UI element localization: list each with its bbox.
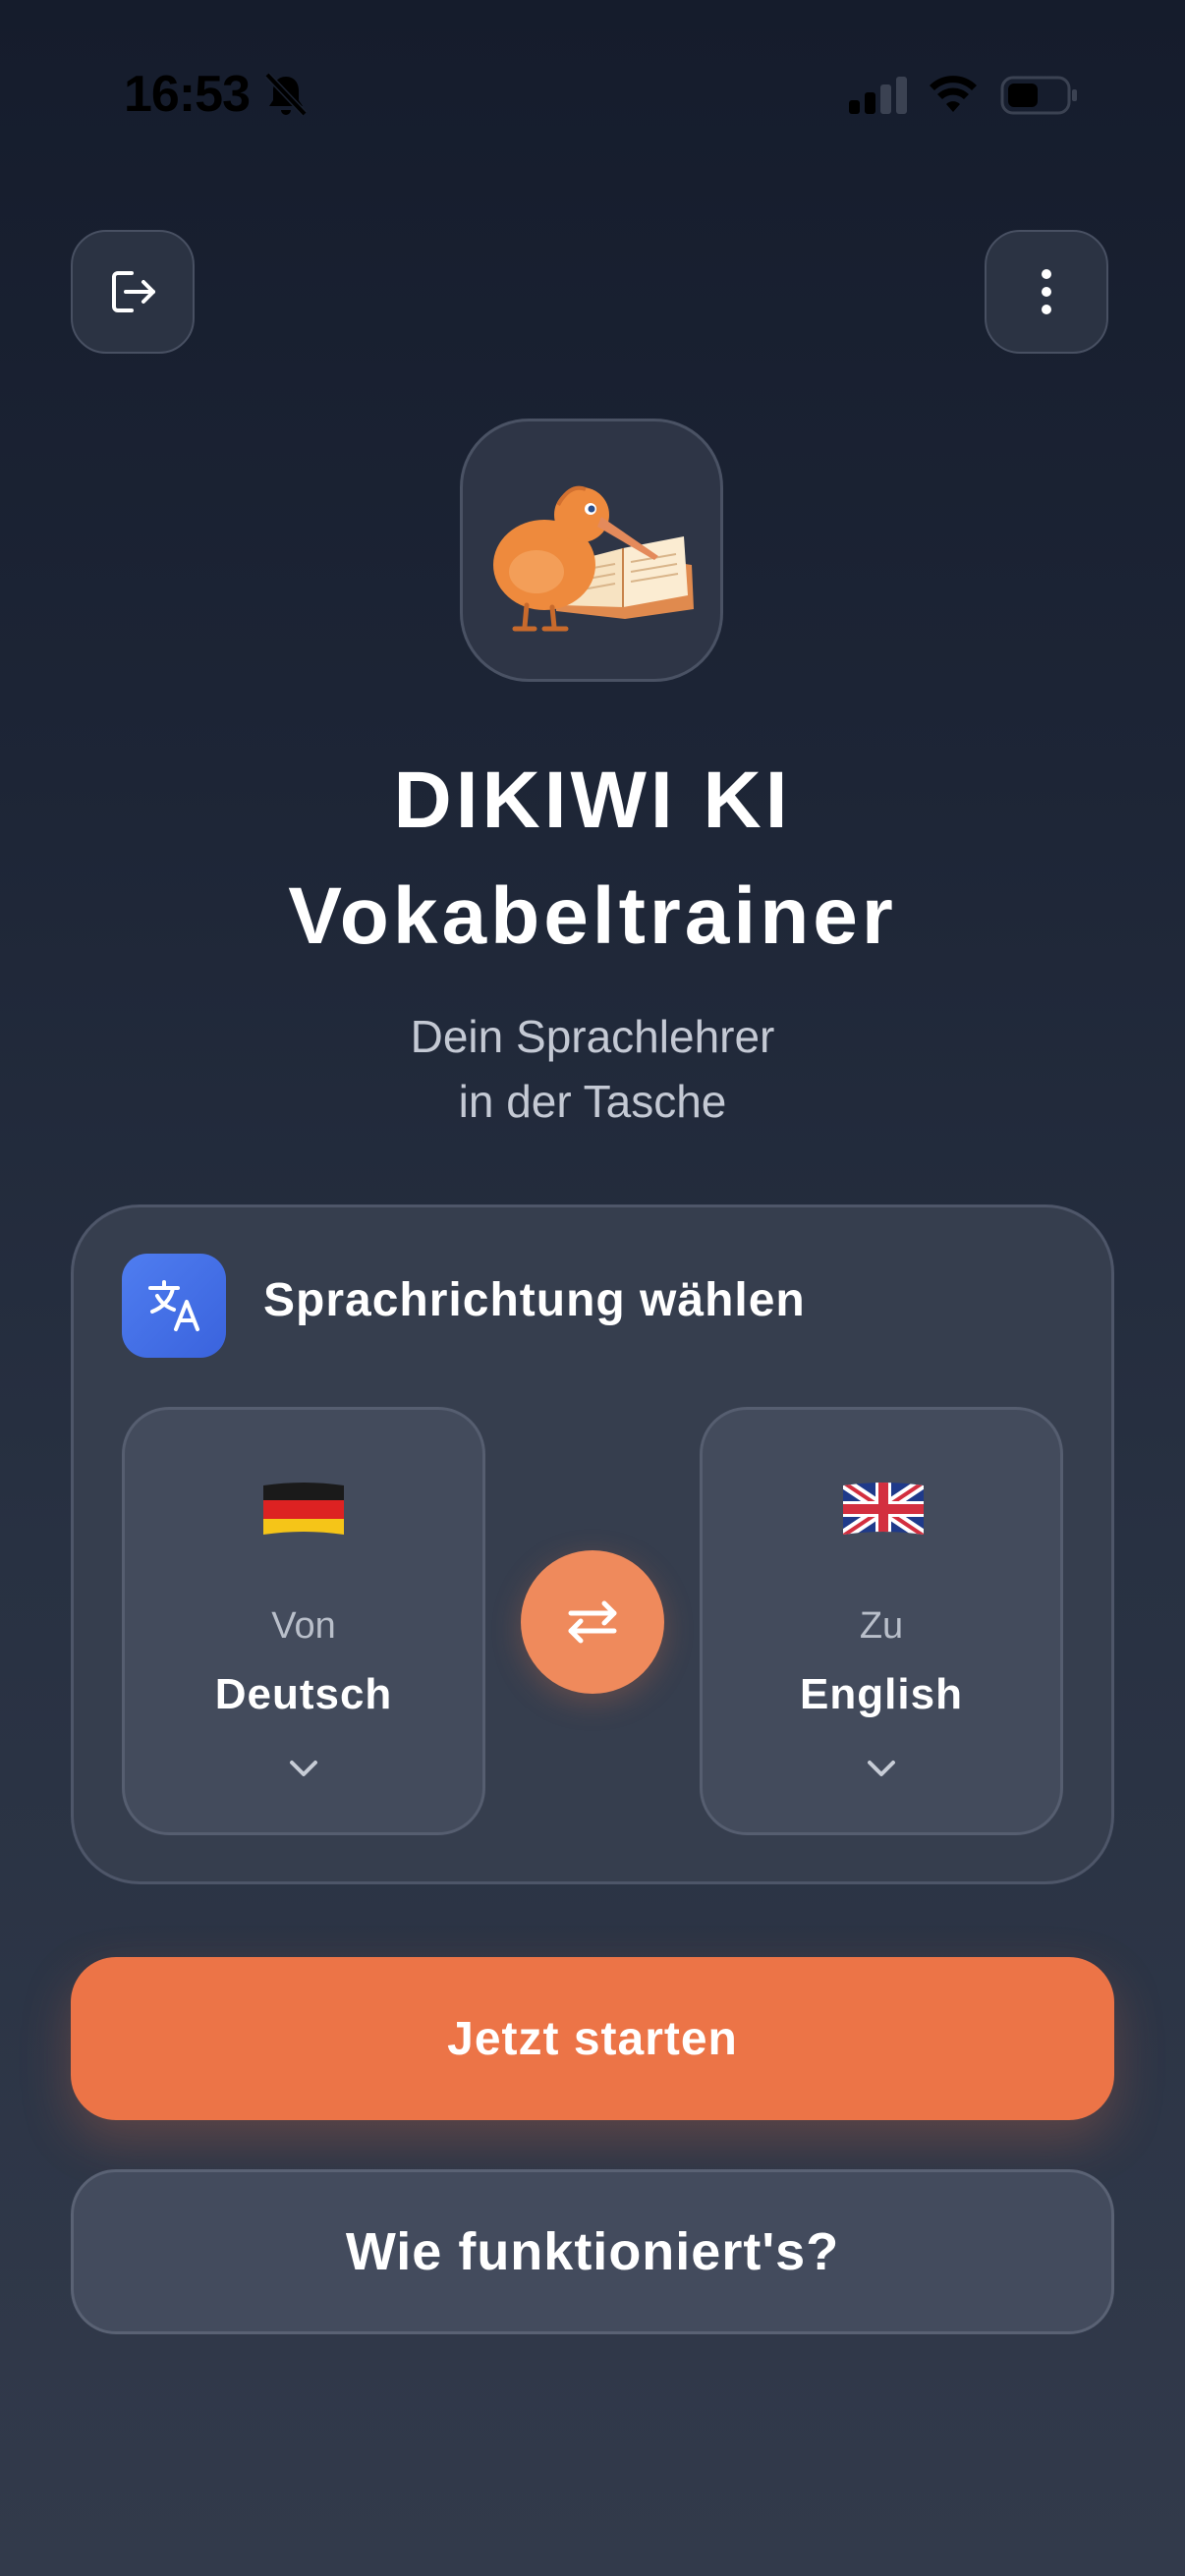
app-title-line2: Vokabeltrainer bbox=[288, 871, 897, 961]
app-subtitle-line2: in der Tasche bbox=[458, 1076, 727, 1127]
battery-icon bbox=[1000, 76, 1077, 115]
more-vertical-icon bbox=[1042, 269, 1051, 314]
start-button[interactable]: Jetzt starten bbox=[71, 1957, 1114, 2120]
source-language-name: Deutsch bbox=[214, 1670, 393, 1718]
bell-muted-icon bbox=[264, 72, 308, 117]
wifi-icon bbox=[930, 76, 977, 112]
app-logo bbox=[460, 419, 723, 682]
exit-button[interactable] bbox=[71, 230, 195, 354]
cellular-signal-icon bbox=[849, 77, 907, 114]
source-language-caption: Von bbox=[271, 1605, 336, 1647]
swap-languages-button[interactable] bbox=[521, 1550, 664, 1694]
kiwi-bird-reading-icon bbox=[493, 485, 694, 632]
status-time: 16:53 bbox=[124, 66, 251, 123]
app-title-line1: DIKIWI KI bbox=[393, 756, 792, 845]
app-subtitle-line1: Dein Sprachlehrer bbox=[410, 1011, 775, 1062]
target-language-caption: Zu bbox=[859, 1605, 904, 1647]
translate-icon bbox=[122, 1254, 226, 1358]
german-flag-icon bbox=[263, 1483, 344, 1535]
chevron-down-icon bbox=[290, 1761, 317, 1776]
exit-icon bbox=[112, 271, 155, 312]
target-language-name: English bbox=[800, 1670, 963, 1718]
uk-flag-icon bbox=[843, 1483, 924, 1535]
swap-arrows-icon bbox=[568, 1600, 617, 1644]
card-title: Sprachrichtung wählen bbox=[263, 1274, 806, 1326]
chevron-down-icon bbox=[868, 1761, 895, 1776]
more-options-button[interactable] bbox=[985, 230, 1108, 354]
how-it-works-button[interactable]: Wie funktioniert's? bbox=[71, 2169, 1114, 2334]
